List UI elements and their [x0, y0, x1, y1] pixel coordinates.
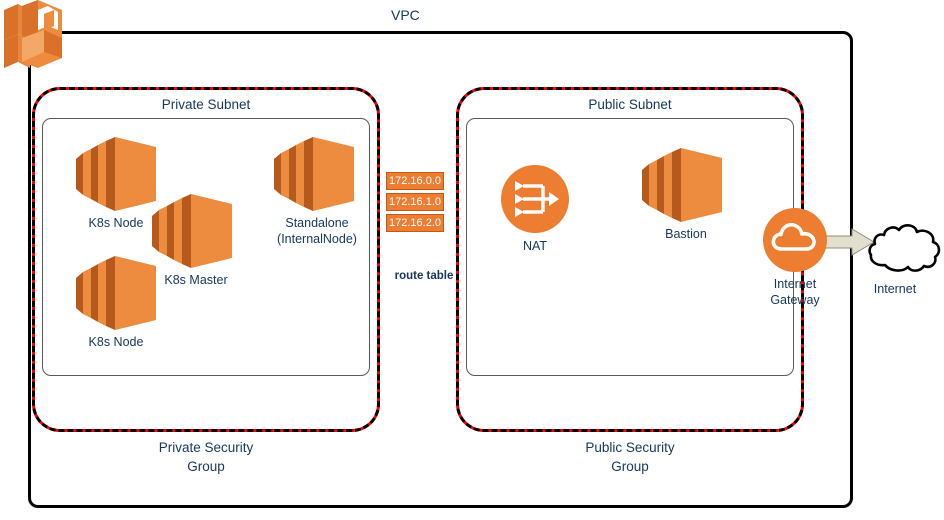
instance-k8s-node-2[interactable]: K8s Node — [72, 256, 160, 349]
diagram-canvas: VPC Private Subnet K8s Node K8s Master K… — [0, 0, 944, 520]
private-sg-caption-line1: Private Security — [158, 440, 254, 455]
instance-label: K8s Master — [164, 273, 228, 287]
instance-k8s-master[interactable]: K8s Master — [148, 194, 244, 287]
internet-cloud — [865, 215, 943, 277]
internet-label: Internet — [873, 282, 917, 296]
nat-gateway[interactable]: NAT — [498, 165, 572, 257]
instance-standalone-internalnode[interactable]: Standalone (InternalNode) — [262, 137, 372, 247]
nat-gateway-icon — [501, 165, 569, 233]
private-subnet-label: Private Subnet — [161, 97, 251, 112]
instance-label: K8s Node — [88, 216, 144, 230]
instance-k8s-node-1[interactable]: K8s Node — [72, 137, 160, 230]
private-security-group-caption: Private Security Group — [32, 438, 380, 476]
instance-label-line2: (InternalNode) — [277, 232, 357, 246]
route-table-entry-0[interactable]: 172.16.0.0 — [386, 172, 444, 190]
instance-label: Standalone — [285, 216, 349, 230]
instance-bastion[interactable]: Bastion — [638, 148, 734, 248]
internet-gateway[interactable]: Internet Gateway — [760, 208, 830, 314]
route-table-entry-1[interactable]: 172.16.1.0 — [386, 193, 444, 211]
internet-gateway-cloud-icon — [763, 208, 827, 272]
private-sg-caption-line2: Group — [187, 459, 225, 474]
aws-vpc-logo-icon — [0, 0, 66, 72]
gateway-label-line2: Gateway — [770, 293, 820, 307]
route-entry-cidr: 172.16.2.0 — [386, 214, 444, 232]
public-subnet-label: Public Subnet — [588, 97, 672, 112]
nat-label: NAT — [522, 239, 548, 253]
vpc-label: VPC — [385, 7, 426, 23]
route-table-entry-2[interactable]: 172.16.2.0 — [386, 214, 444, 232]
route-entry-cidr: 172.16.0.0 — [386, 172, 444, 190]
public-sg-caption-line2: Group — [611, 459, 649, 474]
public-security-group-caption: Public Security Group — [456, 438, 804, 476]
public-sg-caption-line1: Public Security — [585, 440, 675, 455]
instance-label: Bastion — [665, 227, 707, 241]
gateway-label-line1: Internet — [773, 277, 817, 291]
route-entry-cidr: 172.16.1.0 — [386, 193, 444, 211]
instance-label: K8s Node — [88, 335, 144, 349]
